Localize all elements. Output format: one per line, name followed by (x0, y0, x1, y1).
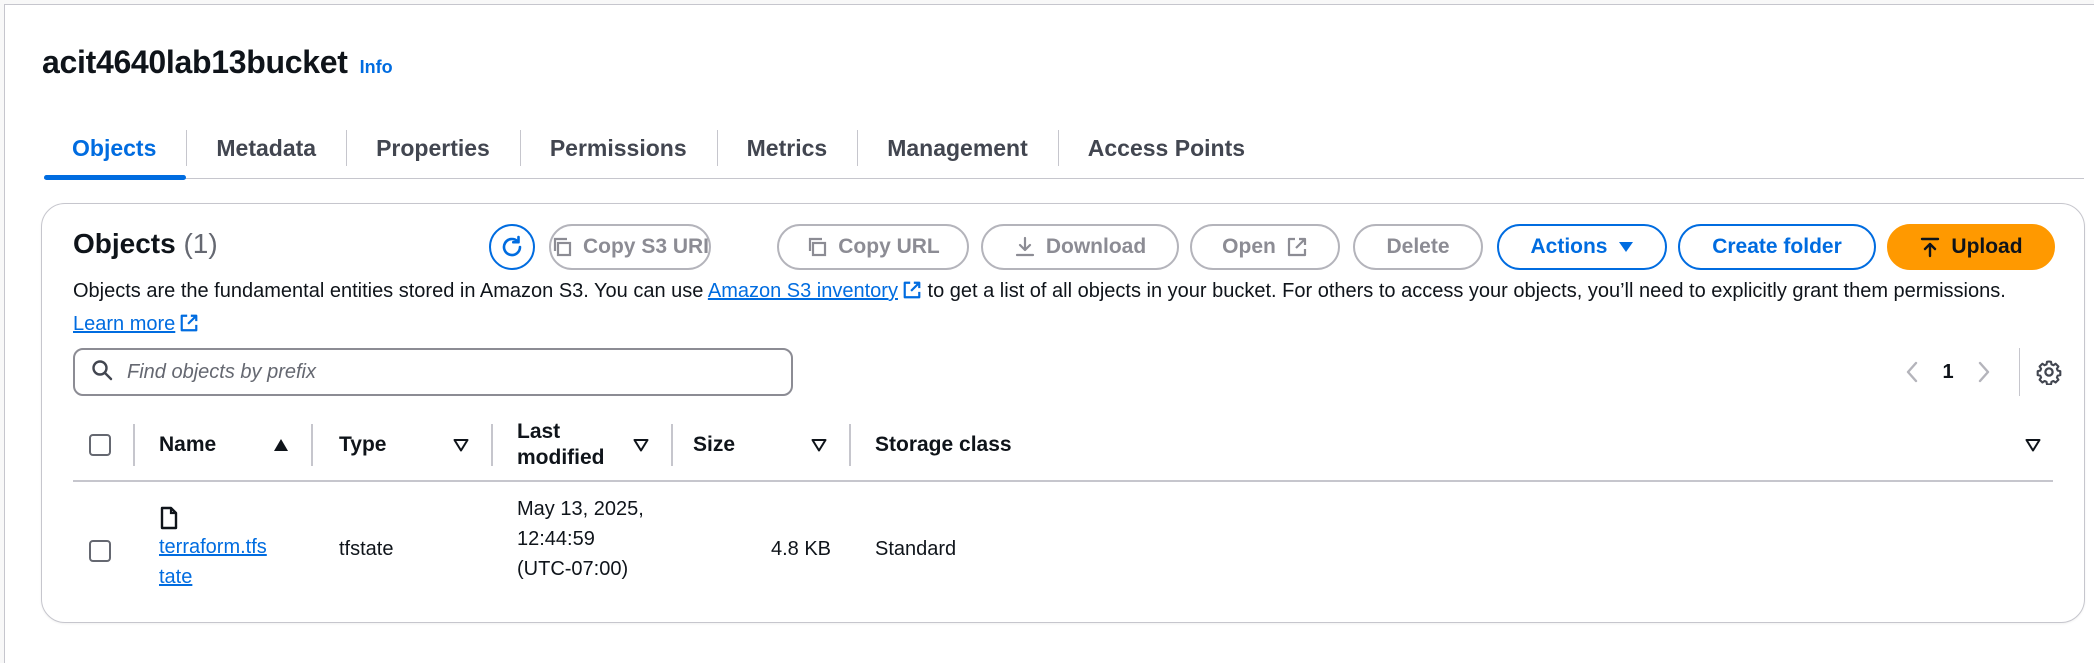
column-divider (311, 424, 313, 466)
storage-class-cell: Standard (875, 538, 957, 560)
page-header: acit4640lab13bucket Info (42, 44, 393, 81)
chevron-right-icon[interactable] (1963, 361, 2005, 383)
column-name-label: Name (159, 433, 217, 456)
upload-button[interactable]: Upload (1887, 224, 2055, 270)
chevron-left-icon[interactable] (1891, 361, 1933, 383)
actions-dropdown-button[interactable]: Actions (1497, 224, 1667, 270)
page-number[interactable]: 1 (1933, 361, 1963, 384)
s3-inventory-link[interactable]: Amazon S3 inventory (708, 280, 898, 302)
tab-objects[interactable]: Objects (44, 118, 187, 180)
select-all-checkbox[interactable] (89, 434, 111, 456)
caret-down-icon (1618, 240, 1634, 254)
copy-url-label: Copy URL (838, 235, 940, 258)
pagination: 1 (1891, 348, 2062, 396)
refresh-button[interactable] (489, 224, 535, 270)
column-header-name[interactable]: Name (159, 410, 216, 480)
row-checkbox[interactable] (89, 540, 111, 562)
external-link-icon (902, 279, 922, 309)
column-header-type[interactable]: Type (339, 410, 386, 480)
select-all-cell (89, 410, 111, 480)
search-icon (91, 359, 113, 386)
tab-properties[interactable]: Properties (346, 118, 520, 178)
description-text-1: Objects are the fundamental entities sto… (73, 280, 708, 302)
tab-metadata[interactable]: Metadata (186, 118, 346, 178)
pagination-divider (2019, 348, 2020, 396)
actions-label: Actions (1530, 235, 1608, 258)
file-icon (159, 506, 269, 532)
create-folder-label: Create folder (1712, 235, 1842, 258)
column-type-label: Type (339, 433, 387, 456)
tab-permissions[interactable]: Permissions (519, 118, 717, 178)
copy-url-button[interactable]: Copy URL (777, 224, 969, 270)
sort-caret-icon[interactable] (2025, 410, 2041, 480)
download-icon (1014, 236, 1036, 258)
objects-description: Objects are the fundamental entities sto… (73, 276, 2053, 342)
description-text-2: to get a list of all objects in your buc… (921, 280, 2006, 302)
last-modified-cell: May 13, 2025, 12:44:59 (UTC-07:00) (517, 498, 644, 580)
row-select-cell (89, 540, 111, 562)
table-header: Name Type Last modified Size Storage cla… (73, 410, 2053, 482)
column-size-label: Size (693, 433, 736, 456)
column-divider (849, 424, 851, 466)
info-link[interactable]: Info (360, 57, 393, 78)
page-title: acit4640lab13bucket (42, 44, 348, 80)
objects-table: Name Type Last modified Size Storage cla… (73, 410, 2053, 626)
objects-panel: Objects (1) Copy S3 URI Copy URL Downloa… (41, 203, 2085, 623)
column-divider (133, 424, 135, 466)
column-divider (671, 424, 673, 466)
column-divider (491, 424, 493, 466)
delete-button[interactable]: Delete (1353, 224, 1483, 270)
search-input[interactable] (125, 359, 769, 385)
download-label: Download (1045, 235, 1147, 258)
external-link-icon (1286, 236, 1308, 258)
learn-more-link[interactable]: Learn more (73, 313, 175, 335)
sort-caret-icon[interactable] (633, 410, 649, 480)
objects-heading: Objects (1) (73, 228, 218, 260)
gear-icon[interactable] (2036, 359, 2062, 385)
object-name-link[interactable]: terraform.tfstate (159, 536, 267, 588)
objects-count: (1) (183, 228, 218, 259)
column-header-last-modified[interactable]: Last modified (517, 410, 627, 480)
upload-label: Upload (1951, 235, 2023, 258)
column-last-modified-label: Last modified (517, 420, 605, 469)
copy-s3-uri-label: Copy S3 URI (582, 235, 710, 258)
search-box (73, 348, 793, 396)
refresh-icon (499, 234, 525, 260)
create-folder-button[interactable]: Create folder (1678, 224, 1876, 270)
open-label: Open (1222, 235, 1276, 258)
tab-access-points[interactable]: Access Points (1057, 118, 1275, 178)
size-cell: 4.8 KB (770, 538, 831, 560)
tab-metrics[interactable]: Metrics (716, 118, 858, 178)
type-cell: tfstate (339, 538, 394, 560)
sort-ascending-icon[interactable] (273, 410, 289, 480)
tab-bar: Objects Metadata Properties Permissions … (44, 118, 2084, 180)
copy-icon (806, 236, 828, 258)
copy-icon (551, 236, 573, 258)
delete-label: Delete (1386, 235, 1450, 258)
name-cell: terraform.tfstate (159, 506, 269, 592)
objects-heading-title: Objects (73, 228, 176, 259)
open-button[interactable]: Open (1190, 224, 1340, 270)
upload-icon (1919, 236, 1941, 258)
table-row[interactable]: terraform.tfstate tfstate May 13, 2025, … (73, 482, 2053, 626)
sort-caret-icon[interactable] (811, 410, 827, 480)
sort-caret-icon[interactable] (453, 410, 469, 480)
tab-management[interactable]: Management (857, 118, 1058, 178)
column-header-storage-class[interactable]: Storage class (875, 410, 1012, 480)
download-button[interactable]: Download (981, 224, 1179, 270)
column-header-size[interactable]: Size (693, 410, 735, 480)
column-storage-class-label: Storage class (875, 433, 1012, 456)
external-link-icon (179, 312, 199, 342)
copy-s3-uri-button[interactable]: Copy S3 URI (549, 224, 711, 270)
